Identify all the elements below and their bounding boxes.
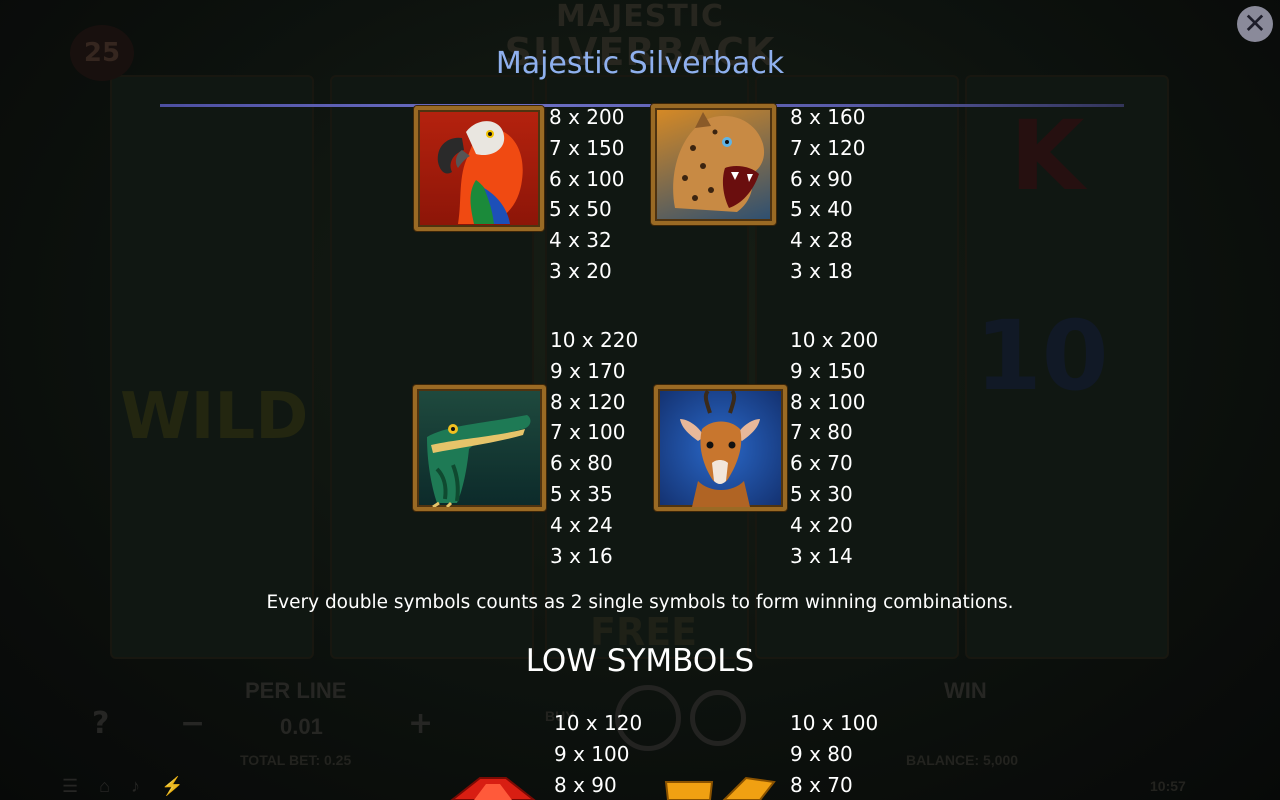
payout: 6 x 80 xyxy=(550,451,613,476)
payout: 9 x 80 xyxy=(790,741,853,766)
payout: 3 x 18 xyxy=(790,258,853,283)
leopard-symbol-icon xyxy=(651,104,776,225)
payout: 3 x 16 xyxy=(550,543,613,568)
payout: 5 x 30 xyxy=(790,481,853,506)
payout: 4 x 20 xyxy=(790,512,853,537)
antelope-payouts: 10 x 200 9 x 150 8 x 100 7 x 80 6 x 70 5… xyxy=(790,325,878,571)
parrot-symbol-icon xyxy=(414,106,544,231)
title-divider xyxy=(160,104,1124,107)
close-icon: ✕ xyxy=(1243,7,1267,40)
payout: 3 x 20 xyxy=(549,258,612,283)
payout: 4 x 28 xyxy=(790,228,853,253)
payout: 7 x 120 xyxy=(790,135,866,160)
payout: 8 x 100 xyxy=(790,389,866,414)
leopard-payouts: 8 x 160 7 x 120 6 x 90 5 x 40 4 x 28 3 x… xyxy=(790,102,865,287)
payout: 4 x 32 xyxy=(549,228,612,253)
payout: 8 x 200 xyxy=(549,105,625,129)
king-symbol-icon xyxy=(662,776,778,800)
antelope-symbol-icon xyxy=(654,385,787,511)
ace-payouts: 10 x 120 9 x 100 8 x 90 xyxy=(554,708,642,800)
payout: 4 x 24 xyxy=(550,512,613,537)
paytable-overlay xyxy=(0,0,1280,800)
payout: 7 x 150 xyxy=(549,135,625,160)
payout: 8 x 160 xyxy=(790,105,866,129)
low-symbols-heading: LOW SYMBOLS xyxy=(525,643,755,679)
double-symbols-note: Every double symbols counts as 2 single … xyxy=(266,592,1014,613)
king-payouts: 10 x 100 9 x 80 8 x 70 xyxy=(790,708,878,800)
payout: 5 x 40 xyxy=(790,197,853,222)
payout: 6 x 70 xyxy=(790,451,853,476)
ace-symbol-icon xyxy=(444,776,540,800)
payout: 5 x 50 xyxy=(549,197,612,222)
payout: 9 x 170 xyxy=(550,358,626,383)
payout: 10 x 120 xyxy=(554,711,643,735)
payout: 6 x 90 xyxy=(790,166,853,191)
payout: 8 x 70 xyxy=(790,772,853,797)
game-screen: MAJESTIC SILVERBACK 25 WILD K 10 FREE PE… xyxy=(0,0,1280,800)
crocodile-payouts: 10 x 220 9 x 170 8 x 120 7 x 100 6 x 80 … xyxy=(550,325,638,571)
payout: 10 x 200 xyxy=(790,328,879,352)
payout: 3 x 14 xyxy=(790,543,853,568)
payout: 9 x 100 xyxy=(554,741,630,766)
payout: 8 x 90 xyxy=(554,772,617,797)
parrot-payouts: 8 x 200 7 x 150 6 x 100 5 x 50 4 x 32 3 … xyxy=(549,102,624,287)
payout: 10 x 100 xyxy=(790,711,879,735)
payout: 9 x 150 xyxy=(790,358,866,383)
crocodile-symbol-icon xyxy=(413,385,546,511)
payout: 10 x 220 xyxy=(550,328,639,352)
close-button[interactable]: ✕ xyxy=(1237,6,1273,42)
paytable-title: Majestic Silverback xyxy=(495,46,785,81)
payout: 7 x 100 xyxy=(550,420,626,445)
payout: 7 x 80 xyxy=(790,420,853,445)
payout: 5 x 35 xyxy=(550,481,613,506)
payout: 8 x 120 xyxy=(550,389,626,414)
payout: 6 x 100 xyxy=(549,166,625,191)
